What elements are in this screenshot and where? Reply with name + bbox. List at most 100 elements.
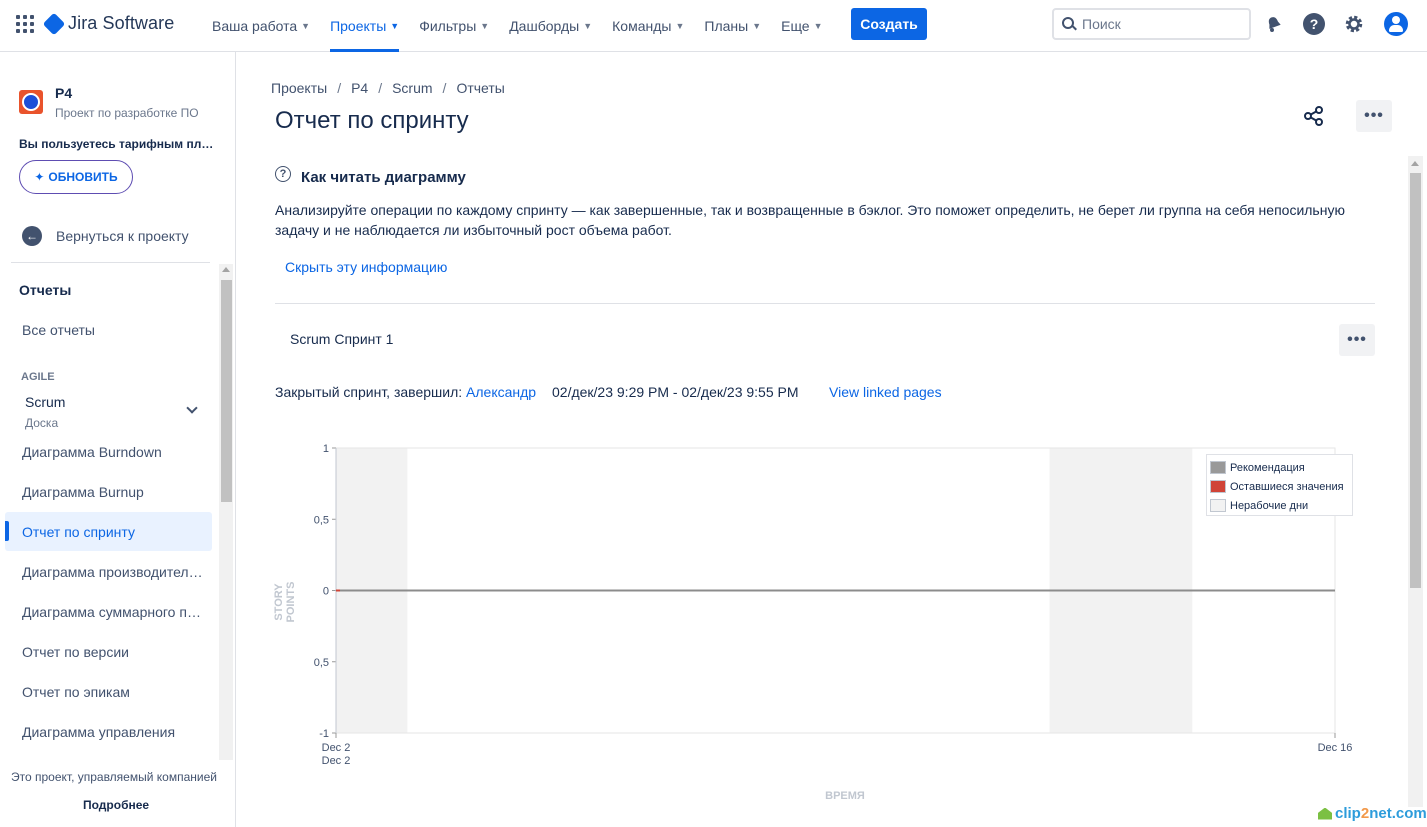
chart-legend: Рекомендация Оставшиеся значения Нерабоч… xyxy=(1206,454,1353,516)
y-tick-label: 0 xyxy=(323,586,329,598)
nav-teams[interactable]: Команды ▼ xyxy=(602,0,694,52)
x-tick-label: Dec 2 xyxy=(322,742,351,754)
create-button[interactable]: Создать xyxy=(851,8,927,40)
share-icon[interactable] xyxy=(1303,105,1325,127)
sidebar-item-velocity[interactable]: Диаграмма производительности xyxy=(22,564,204,580)
y-tick-label: 0,5 xyxy=(314,514,329,526)
jira-diamond-icon xyxy=(42,12,66,35)
legend-item-non-working: Нерабочие дни xyxy=(1210,496,1352,515)
legend-item-guideline: Рекомендация xyxy=(1210,458,1352,477)
sprint-dates: 02/дек/23 9:29 PM - 02/дек/23 9:55 PM xyxy=(552,384,799,400)
board-type: Доска xyxy=(25,416,59,430)
sidebar-item-burnup[interactable]: Диаграмма Burnup xyxy=(22,484,204,500)
notifications-icon[interactable] xyxy=(1263,13,1285,35)
nav-label: Фильтры xyxy=(419,18,477,34)
breadcrumb-separator: / xyxy=(337,80,342,96)
y-axis-title: STORY POINTS xyxy=(273,581,297,623)
breadcrumb-reports[interactable]: Отчеты xyxy=(456,80,504,96)
chevron-down-icon: ▼ xyxy=(390,21,400,31)
app-switcher-icon[interactable] xyxy=(16,15,34,33)
nav-plans[interactable]: Планы ▼ xyxy=(694,0,771,52)
project-name[interactable]: P4 xyxy=(55,85,72,101)
x-tick-sublabel: Dec 2 xyxy=(322,755,351,767)
sidebar-item-control-chart[interactable]: Диаграмма управления xyxy=(22,724,204,740)
hide-info-link[interactable]: Скрыть эту информацию xyxy=(285,259,447,275)
settings-gear-icon[interactable] xyxy=(1343,13,1365,35)
user-avatar-icon[interactable] xyxy=(1384,12,1408,36)
nav-label: Еще xyxy=(781,18,810,34)
back-to-project-link[interactable]: ← Вернуться к проекту xyxy=(22,226,189,246)
primary-nav: Ваша работа ▼ Проекты ▼ Фильтры ▼ Дашборды ▼… xyxy=(202,0,833,52)
sidebar-section-title: Отчеты xyxy=(19,282,72,298)
managed-project-note: Это проект, управляемый компанией xyxy=(11,770,217,784)
board-name[interactable]: Scrum xyxy=(25,394,65,410)
nav-projects[interactable]: Проекты ▼ xyxy=(320,0,409,52)
nav-filters[interactable]: Фильтры ▼ xyxy=(409,0,499,52)
search-placeholder: Поиск xyxy=(1082,16,1121,32)
learn-more-link[interactable]: Подробнее xyxy=(83,798,149,812)
page-more-actions-button[interactable]: ••• xyxy=(1356,100,1392,132)
sidebar-item-burndown[interactable]: Диаграмма Burndown xyxy=(22,444,204,460)
nav-dashboards[interactable]: Дашборды ▼ xyxy=(499,0,602,52)
sidebar-item-cumulative-flow[interactable]: Диаграмма суммарного потока xyxy=(22,604,204,620)
info-title: Как читать диаграмму xyxy=(301,169,466,186)
sprint-selector[interactable]: Scrum Спринт 1 xyxy=(290,331,393,347)
scrollbar-thumb[interactable] xyxy=(1410,173,1421,588)
search-icon xyxy=(1062,17,1074,29)
x-axis-title: ВРЕМЯ xyxy=(825,790,865,802)
main-scrollbar[interactable] xyxy=(1408,156,1423,807)
legend-swatch xyxy=(1210,499,1226,512)
chevron-down-icon: ▼ xyxy=(480,21,490,31)
view-linked-pages-link[interactable]: View linked pages xyxy=(829,384,942,400)
gear-icon xyxy=(1345,15,1363,33)
scrollbar-thumb[interactable] xyxy=(221,280,232,502)
bell-icon xyxy=(1268,17,1281,32)
nav-label: Проекты xyxy=(330,18,387,34)
nav-label: Команды xyxy=(612,18,672,34)
watermark-logo-text: clip2net.com xyxy=(1335,805,1427,822)
sidebar-item-epic-report[interactable]: Отчет по эпикам xyxy=(22,684,204,700)
share-glyph xyxy=(1304,106,1323,126)
closed-by-prefix: Закрытый спринт, завершил: xyxy=(275,384,463,400)
help-icon[interactable]: ? xyxy=(1303,13,1325,35)
breadcrumb-separator: / xyxy=(442,80,447,96)
info-description: Анализируйте операции по каждому спринту… xyxy=(275,202,1345,238)
upgrade-button[interactable]: ✦ ОБНОВИТЬ xyxy=(19,160,133,194)
nav-label: Ваша работа xyxy=(212,18,298,34)
sidebar-item-sprint-report[interactable]: Отчет по спринту xyxy=(22,524,204,540)
sidebar-item-all-reports[interactable]: Все отчеты xyxy=(22,322,204,338)
nav-more[interactable]: Еще ▼ xyxy=(771,0,832,52)
sidebar-scrollbar[interactable] xyxy=(219,264,233,760)
legend-label: Рекомендация xyxy=(1230,461,1305,474)
scroll-up-arrow-icon[interactable] xyxy=(1411,161,1419,166)
breadcrumb: Проекты / P4 / Scrum / Отчеты xyxy=(271,80,505,96)
sparkle-icon: ✦ xyxy=(34,170,45,184)
nav-label: Дашборды xyxy=(509,18,580,34)
app-name: Jira Software xyxy=(68,13,175,33)
search-input[interactable]: Поиск xyxy=(1052,8,1251,40)
scroll-up-arrow-icon[interactable] xyxy=(222,267,230,272)
chevron-down-icon[interactable] xyxy=(186,402,198,414)
chevron-down-icon: ▼ xyxy=(813,21,823,31)
legend-swatch xyxy=(1210,461,1226,474)
breadcrumb-projects[interactable]: Проекты xyxy=(271,80,327,96)
question-circle-icon: ? xyxy=(275,166,291,182)
chevron-down-icon: ▼ xyxy=(675,21,685,31)
project-avatar-icon[interactable] xyxy=(19,90,43,114)
jira-logo[interactable]: Jira Software xyxy=(42,12,175,35)
nav-your-work[interactable]: Ваша работа ▼ xyxy=(202,0,320,52)
sidebar-item-version-report[interactable]: Отчет по версии xyxy=(22,644,204,660)
chevron-down-icon: ▼ xyxy=(301,21,311,31)
breadcrumb-board[interactable]: Scrum xyxy=(392,80,432,96)
y-tick-label: -1 xyxy=(319,728,329,740)
x-tick-label: Dec 16 xyxy=(1318,742,1353,754)
upgrade-label: ОБНОВИТЬ xyxy=(48,170,118,184)
legend-label: Оставшиеся значения xyxy=(1230,480,1344,493)
legend-swatch xyxy=(1210,480,1226,493)
agile-group-label: AGILE xyxy=(21,371,55,383)
closed-by-user-link[interactable]: Александр xyxy=(466,384,536,400)
house-icon xyxy=(1318,807,1332,820)
breadcrumb-project[interactable]: P4 xyxy=(351,80,368,96)
sprint-more-actions-button[interactable]: ••• xyxy=(1339,324,1375,356)
plan-notice: Вы пользуетесь тарифным планом Free xyxy=(19,137,214,151)
